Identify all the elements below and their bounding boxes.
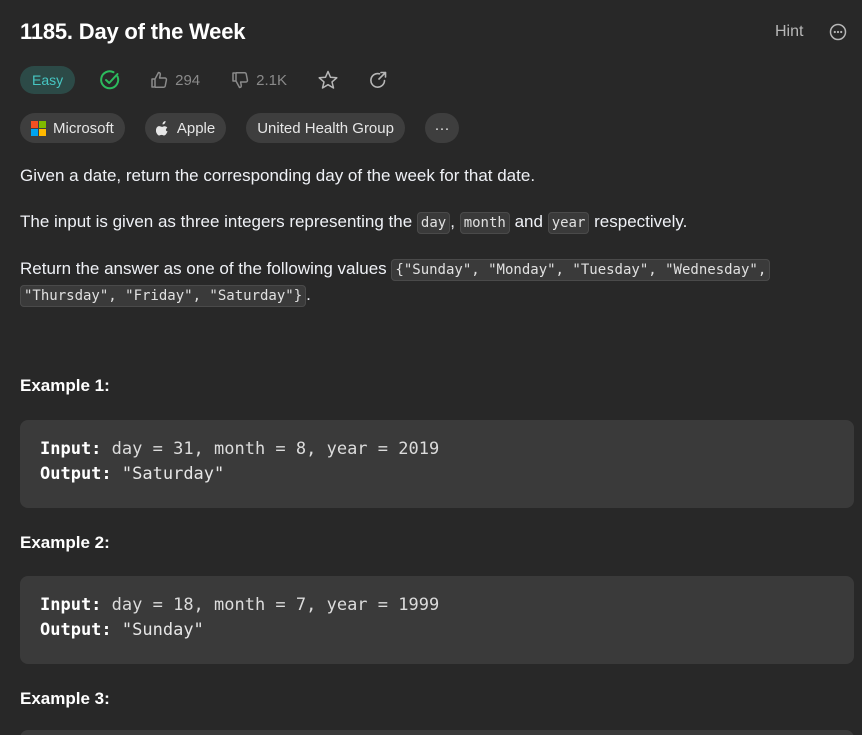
inline-code-values-line2: "Thursday", "Friday", "Saturday"} xyxy=(20,285,307,307)
inline-code-day: day xyxy=(416,212,451,234)
hint-button[interactable]: Hint xyxy=(775,23,803,41)
difficulty-badge: Easy xyxy=(20,66,76,94)
thumbs-down-icon xyxy=(232,72,249,89)
more-tags-button[interactable]: ··· xyxy=(424,113,459,143)
share-icon[interactable] xyxy=(367,69,389,91)
problem-title: 1185. Day of the Week xyxy=(20,19,246,44)
description-text: , xyxy=(450,212,455,231)
more-options-icon[interactable] xyxy=(829,23,847,41)
input-label: Input: xyxy=(40,439,102,459)
example-output-line: Output: "Sunday" xyxy=(40,620,204,640)
dislike-button[interactable]: 2.1K xyxy=(230,70,287,90)
output-label: Output: xyxy=(40,464,112,484)
output-value: "Sunday" xyxy=(121,620,204,640)
example-1-title: Example 1: xyxy=(20,376,110,395)
dislike-count: 2.1K xyxy=(256,71,288,89)
example-3-title: Example 3: xyxy=(20,689,110,708)
example-1-box: Input: day = 31, month = 8, year = 2019 … xyxy=(20,420,854,508)
description-text: Return the answer as one of the followin… xyxy=(20,259,387,278)
inline-code-year: year xyxy=(547,212,590,234)
description-text: . xyxy=(306,285,311,304)
problem-meta-row: Easy 294 2.1K xyxy=(20,66,417,94)
example-input-line: Input: day = 18, month = 7, year = 1999 xyxy=(40,595,439,615)
company-tag-microsoft[interactable]: Microsoft xyxy=(20,113,125,143)
description-text: respectively. xyxy=(594,212,688,231)
description-paragraph-3-cont: "Thursday", "Friday", "Saturday"}. xyxy=(20,282,311,309)
solved-check-icon xyxy=(100,70,120,90)
problem-description-panel: 1185. Day of the Week Hint Easy 294 2.1K xyxy=(0,0,862,735)
example-input-line: Input: day = 31, month = 8, year = 2019 xyxy=(40,439,439,459)
like-button[interactable]: 294 xyxy=(149,70,200,90)
company-tag-label: Apple xyxy=(176,119,216,137)
company-tag-label: Microsoft xyxy=(53,119,114,137)
example-3-box xyxy=(20,730,854,735)
description-paragraph-1: Given a date, return the corresponding d… xyxy=(20,166,536,185)
company-tag-label: United Health Group xyxy=(257,119,394,137)
example-2-box: Input: day = 18, month = 7, year = 1999 … xyxy=(20,576,854,664)
output-label: Output: xyxy=(40,620,112,640)
description-text: The input is given as three integers rep… xyxy=(20,212,413,231)
inline-code-month: month xyxy=(459,212,510,234)
company-tag-united-health-group[interactable]: United Health Group xyxy=(246,113,405,143)
input-label: Input: xyxy=(40,595,102,615)
description-paragraph-2: The input is given as three integers rep… xyxy=(20,209,687,236)
ellipsis-icon: ··· xyxy=(434,119,450,137)
description-text: and xyxy=(514,212,543,231)
inline-code-values-line1: {"Sunday", "Monday", "Tuesday", "Wednesd… xyxy=(391,259,771,281)
thumbs-up-icon xyxy=(151,71,168,88)
description-paragraph-3: Return the answer as one of the followin… xyxy=(20,256,771,283)
input-value: day = 31, month = 8, year = 2019 xyxy=(111,439,440,459)
apple-logo-icon xyxy=(155,121,168,136)
input-value: day = 18, month = 7, year = 1999 xyxy=(111,595,440,615)
company-tag-apple[interactable]: Apple xyxy=(144,113,227,143)
microsoft-logo-icon xyxy=(31,120,46,136)
example-2-title: Example 2: xyxy=(20,533,110,552)
company-tags: Microsoft Apple United Health Group ··· xyxy=(20,112,459,144)
star-icon[interactable] xyxy=(317,69,339,91)
example-output-line: Output: "Saturday" xyxy=(40,464,224,484)
output-value: "Saturday" xyxy=(121,464,225,484)
like-count: 294 xyxy=(175,71,201,89)
